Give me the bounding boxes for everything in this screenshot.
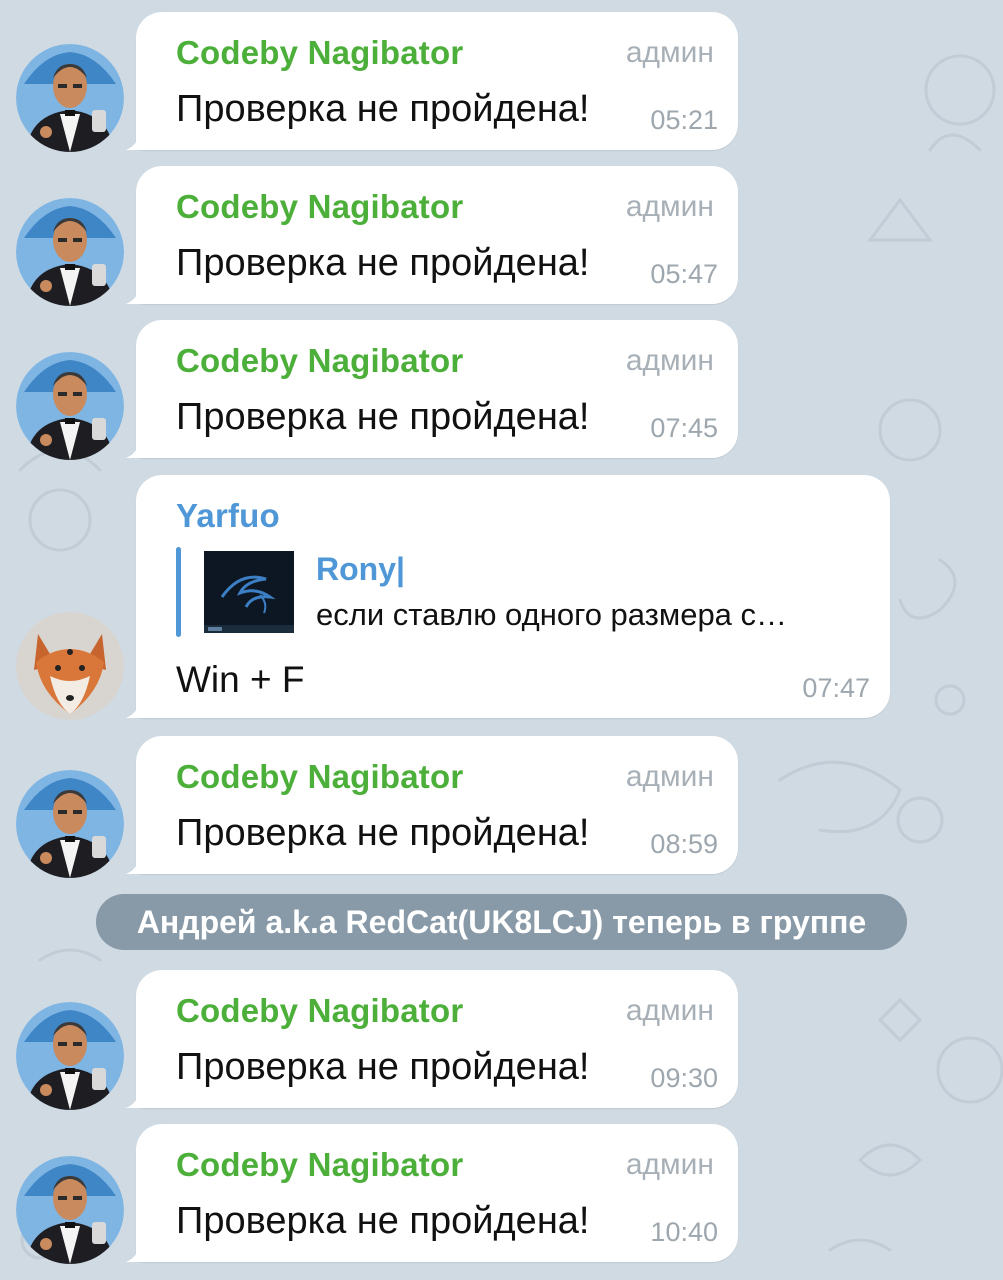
message-time: 07:47 bbox=[802, 673, 870, 703]
message-time: 07:45 bbox=[650, 413, 718, 443]
reply-text: если ставлю одного размера с… bbox=[316, 597, 788, 632]
reply-author: Rony| bbox=[316, 551, 405, 587]
message-bubble[interactable]: Yarfuo Rony| если ставлю одного размера … bbox=[136, 475, 890, 718]
message-text: Проверка не пройдена! bbox=[176, 88, 590, 130]
admin-badge: админ bbox=[625, 190, 714, 223]
godfather-avatar[interactable] bbox=[16, 198, 124, 306]
message-bubble[interactable]: Codeby Nagibator админ Проверка не пройд… bbox=[136, 970, 738, 1108]
chat-message-list[interactable]: Codeby Nagibator админ Проверка не пройд… bbox=[0, 0, 1003, 1280]
message-bubble[interactable]: Codeby Nagibator админ Проверка не пройд… bbox=[136, 736, 738, 874]
sender-name[interactable]: Codeby Nagibator bbox=[176, 188, 463, 226]
admin-badge: админ bbox=[625, 760, 714, 793]
message-text: Проверка не пройдена! bbox=[176, 812, 590, 854]
sender-name[interactable]: Yarfuo bbox=[176, 497, 280, 535]
message-bubble[interactable]: Codeby Nagibator админ Проверка не пройд… bbox=[136, 166, 738, 304]
message-time: 05:47 bbox=[650, 259, 718, 289]
godfather-avatar[interactable] bbox=[16, 352, 124, 460]
godfather-avatar[interactable] bbox=[16, 1156, 124, 1264]
admin-badge: админ bbox=[625, 36, 714, 69]
message-bubble[interactable]: Codeby Nagibator админ Проверка не пройд… bbox=[136, 320, 738, 458]
message-time: 10:40 bbox=[650, 1217, 718, 1247]
message-bubble[interactable]: Codeby Nagibator админ Проверка не пройд… bbox=[136, 12, 738, 150]
reply-quote[interactable]: Rony| если ставлю одного размера с… bbox=[176, 547, 876, 637]
message-bubble[interactable]: Codeby Nagibator админ Проверка не пройд… bbox=[136, 1124, 738, 1262]
admin-badge: админ bbox=[625, 994, 714, 1027]
admin-badge: админ bbox=[625, 344, 714, 377]
message-time: 05:21 bbox=[650, 105, 718, 135]
message-text: Проверка не пройдена! bbox=[176, 1046, 590, 1088]
godfather-avatar[interactable] bbox=[16, 770, 124, 878]
fox-avatar[interactable] bbox=[16, 612, 124, 720]
sender-name[interactable]: Codeby Nagibator bbox=[176, 758, 463, 796]
message-text: Проверка не пройдена! bbox=[176, 396, 590, 438]
message-time: 09:30 bbox=[650, 1063, 718, 1093]
sender-name[interactable]: Codeby Nagibator bbox=[176, 1146, 463, 1184]
service-message-user-joined: Андрей a.k.a RedCat(UK8LCJ) теперь в гру… bbox=[96, 894, 907, 950]
admin-badge: админ bbox=[625, 1148, 714, 1181]
godfather-avatar[interactable] bbox=[16, 44, 124, 152]
message-time: 08:59 bbox=[650, 829, 718, 859]
godfather-avatar[interactable] bbox=[16, 1002, 124, 1110]
kali-dragon-thumbnail bbox=[204, 551, 294, 633]
sender-name[interactable]: Codeby Nagibator bbox=[176, 34, 463, 72]
sender-name[interactable]: Codeby Nagibator bbox=[176, 992, 463, 1030]
reply-bar bbox=[176, 547, 181, 637]
message-text: Проверка не пройдена! bbox=[176, 242, 590, 284]
message-text: Проверка не пройдена! bbox=[176, 1200, 590, 1242]
sender-name[interactable]: Codeby Nagibator bbox=[176, 342, 463, 380]
message-text: Win + F bbox=[176, 659, 305, 700]
